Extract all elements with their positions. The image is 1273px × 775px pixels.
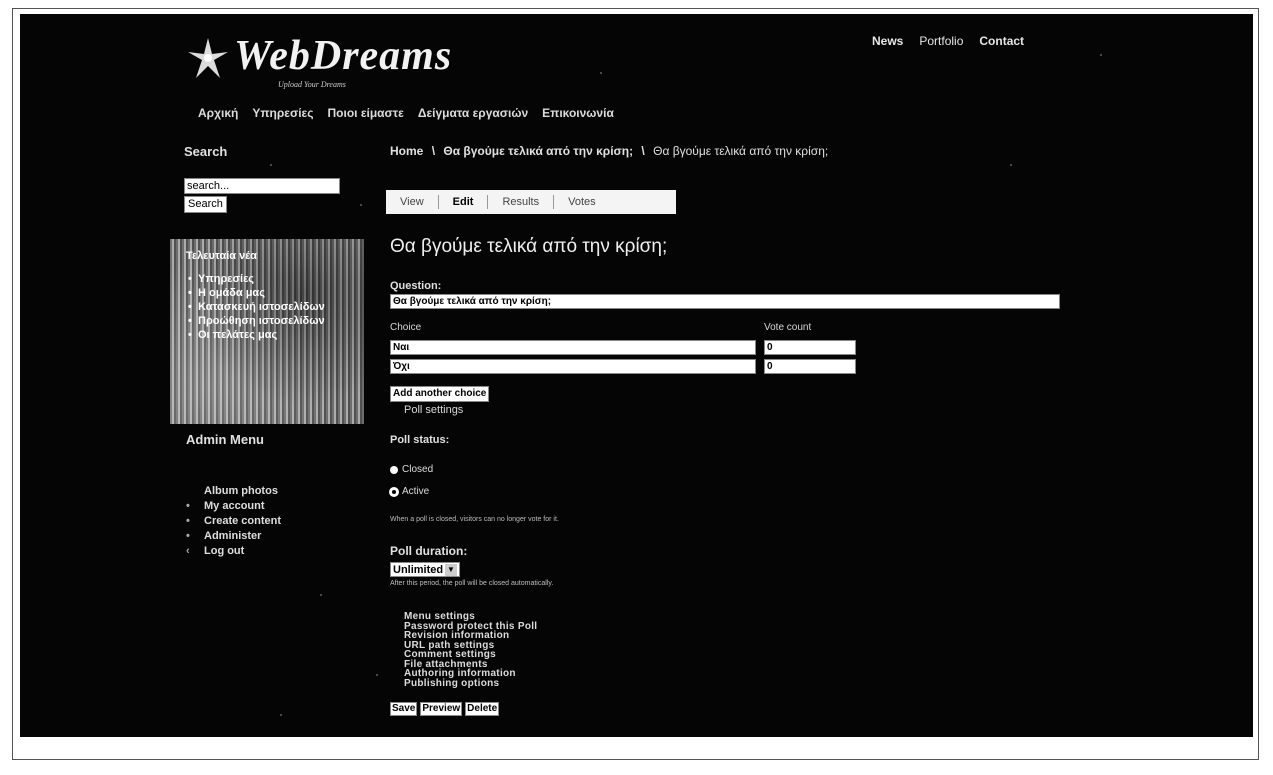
vote-count-column-header: Vote count [764,322,812,333]
admin-menu-list: Album photos • My account • Create content… [186,484,281,559]
top-nav-news[interactable]: News [872,34,903,48]
scan-noise [360,204,362,206]
choice-field-1[interactable] [390,340,756,355]
admin-item-logout[interactable]: ‹ Log out [186,544,281,559]
main-nav-portfolio[interactable]: Δείγματα εργασιών [418,106,528,120]
browser-screenshot: WebDreams Upload Your Dreams News Portfo… [20,14,1253,737]
scan-noise [376,674,378,676]
radio-icon [390,465,398,474]
breadcrumb-item[interactable]: Θα βγούμε τελικά από την κρίση; [443,144,633,158]
admin-menu-title: Admin Menu [186,432,264,447]
news-item[interactable]: • Οι πελάτες μας [188,328,325,342]
question-label: Question: [390,280,442,292]
collapsed-settings-list: Menu settings Password protect this Poll… [404,612,537,688]
tab-view[interactable]: View [386,195,439,209]
main-nav-services[interactable]: Υπηρεσίες [252,106,313,120]
admin-item-administer[interactable]: • Administer [186,529,281,544]
scan-noise [280,714,282,716]
question-field[interactable] [390,294,1060,309]
vote-count-field-2[interactable] [764,359,856,374]
choice-field-2[interactable] [390,359,756,374]
status-active-radio[interactable]: Active [390,486,429,497]
poll-duration-help: After this period, the poll will be clos… [390,580,554,587]
top-nav: News Portfolio Contact [872,34,1024,48]
poll-status-label: Poll status: [390,434,450,446]
search-button[interactable]: Search [184,196,227,213]
poll-duration-label: Poll duration: [390,544,468,558]
latest-news-title: Τελευταία νέα [186,250,257,262]
form-actions: Save Preview Delete [390,702,500,716]
top-nav-portfolio[interactable]: Portfolio [919,34,963,48]
star-logo-icon [188,38,228,78]
scan-noise [270,164,272,166]
poll-status-help: When a poll is closed, visitors can no l… [390,516,559,523]
main-nav-contact[interactable]: Επικοινωνία [542,106,614,120]
delete-button[interactable]: Delete [465,702,500,716]
main-nav-home[interactable]: Αρχική [198,106,238,120]
breadcrumb-current: Θα βγούμε τελικά από την κρίση; [653,144,829,158]
settings-section-publishing[interactable]: Publishing options [404,678,537,689]
main-nav-about[interactable]: Ποιοι είμαστε [327,106,403,120]
page-title: Θα βγούμε τελικά από την κρίση; [390,236,668,257]
news-item[interactable]: • Η ομάδα μας [188,286,325,300]
main-nav: Αρχική Υπηρεσίες Ποιοι είμαστε Δείγματα … [198,106,614,120]
scan-noise [320,594,322,596]
add-another-choice-button[interactable]: Add another choice [390,386,490,402]
admin-item-create-content[interactable]: • Create content [186,514,281,529]
latest-news-list: • Υπηρεσίες • Η ομάδα μας • Κατασκευή ιστοσ… [188,272,325,342]
scan-noise [600,72,602,74]
status-closed-radio[interactable]: Closed [390,464,433,475]
site-logo[interactable]: WebDreams Upload Your Dreams [186,28,486,98]
tab-votes[interactable]: Votes [554,195,610,209]
radio-selected-icon [390,487,398,496]
news-item[interactable]: • Προώθηση ιστοσελίδων [188,314,325,328]
search-block-title: Search [184,144,228,159]
breadcrumb-separator: \ [431,144,436,158]
scan-noise [1100,54,1102,56]
save-button[interactable]: Save [390,702,418,716]
breadcrumb: Home \ Θα βγούμε τελικά από την κρίση; \… [390,144,828,158]
logo-text: WebDreams [234,33,453,79]
tab-results[interactable]: Results [488,195,555,209]
chevron-down-icon: ▼ [445,563,457,576]
admin-item-album[interactable]: Album photos [186,484,281,499]
choice-column-header: Choice [390,322,422,333]
scan-noise [1010,164,1012,166]
preview-button[interactable]: Preview [420,702,463,716]
tab-edit[interactable]: Edit [439,195,489,209]
breadcrumb-separator: \ [641,144,645,158]
search-input[interactable] [184,178,340,194]
vote-count-field-1[interactable] [764,340,856,355]
news-item[interactable]: • Κατασκευή ιστοσελίδων [188,300,325,314]
breadcrumb-home[interactable]: Home [390,144,423,158]
logo-tagline: Upload Your Dreams [278,80,346,89]
top-nav-contact[interactable]: Contact [979,34,1024,48]
news-item[interactable]: • Υπηρεσίες [188,272,325,286]
node-tabs: View Edit Results Votes [386,190,676,214]
poll-duration-select[interactable]: Unlimited ▼ [390,562,460,577]
poll-settings-legend[interactable]: Poll settings [404,404,463,416]
admin-item-my-account[interactable]: • My account [186,499,281,514]
